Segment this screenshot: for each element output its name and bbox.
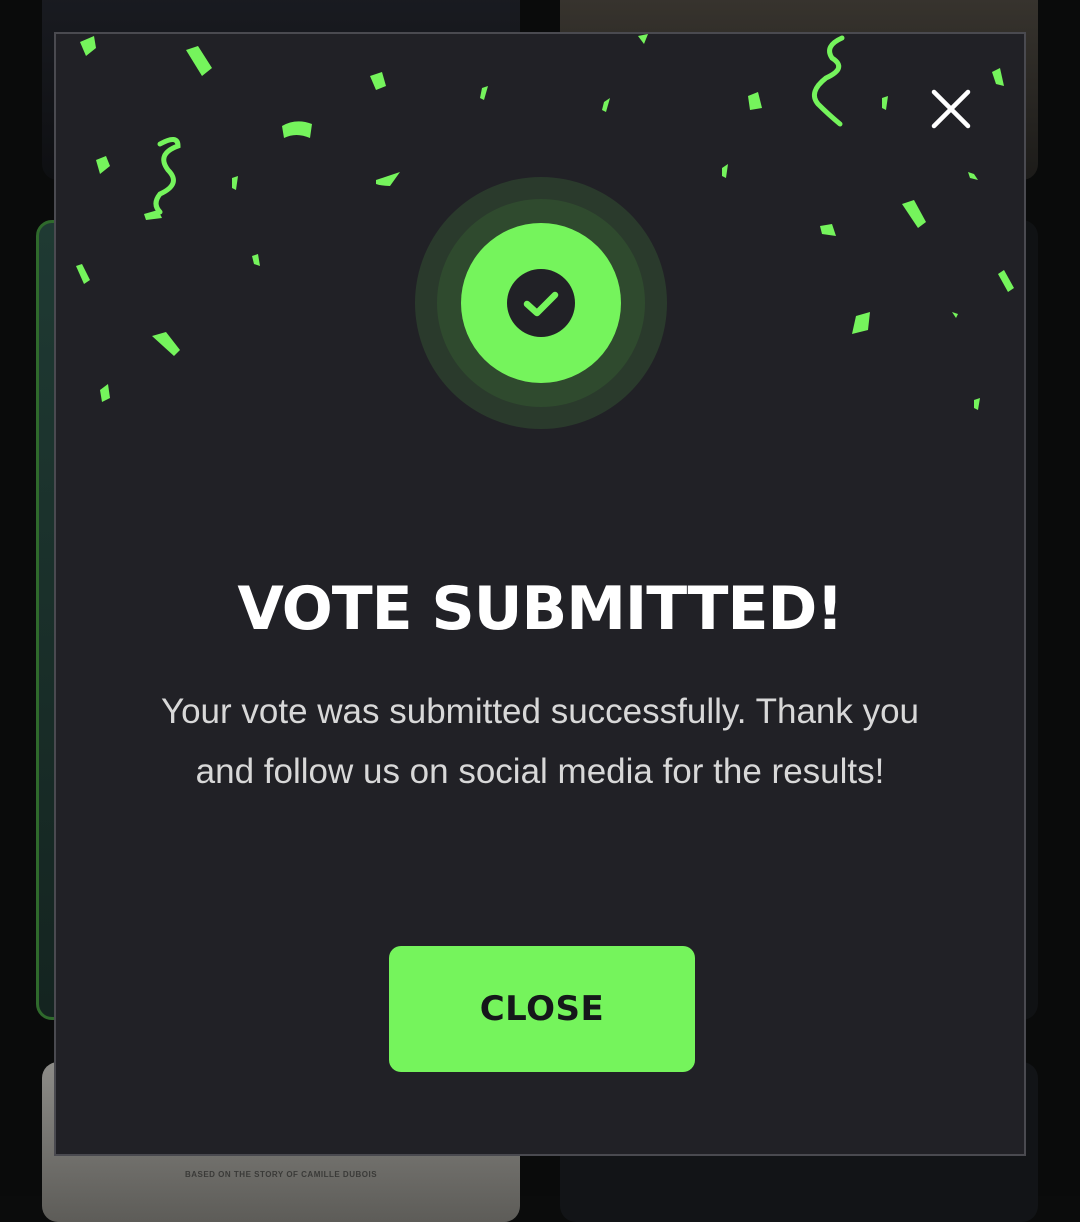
- check-circle-icon: [415, 177, 667, 429]
- vote-submitted-dialog: VOTE SUBMITTED! Your vote was submitted …: [54, 32, 1026, 1156]
- background-card-caption: BASED ON THE STORY OF CAMILLE DUBOIS: [184, 1170, 378, 1179]
- dialog-message: Your vote was submitted successfully. Th…: [160, 692, 920, 791]
- close-icon[interactable]: [930, 88, 972, 130]
- dialog-title: VOTE SUBMITTED!: [237, 574, 843, 644]
- close-button[interactable]: CLOSE: [389, 946, 695, 1072]
